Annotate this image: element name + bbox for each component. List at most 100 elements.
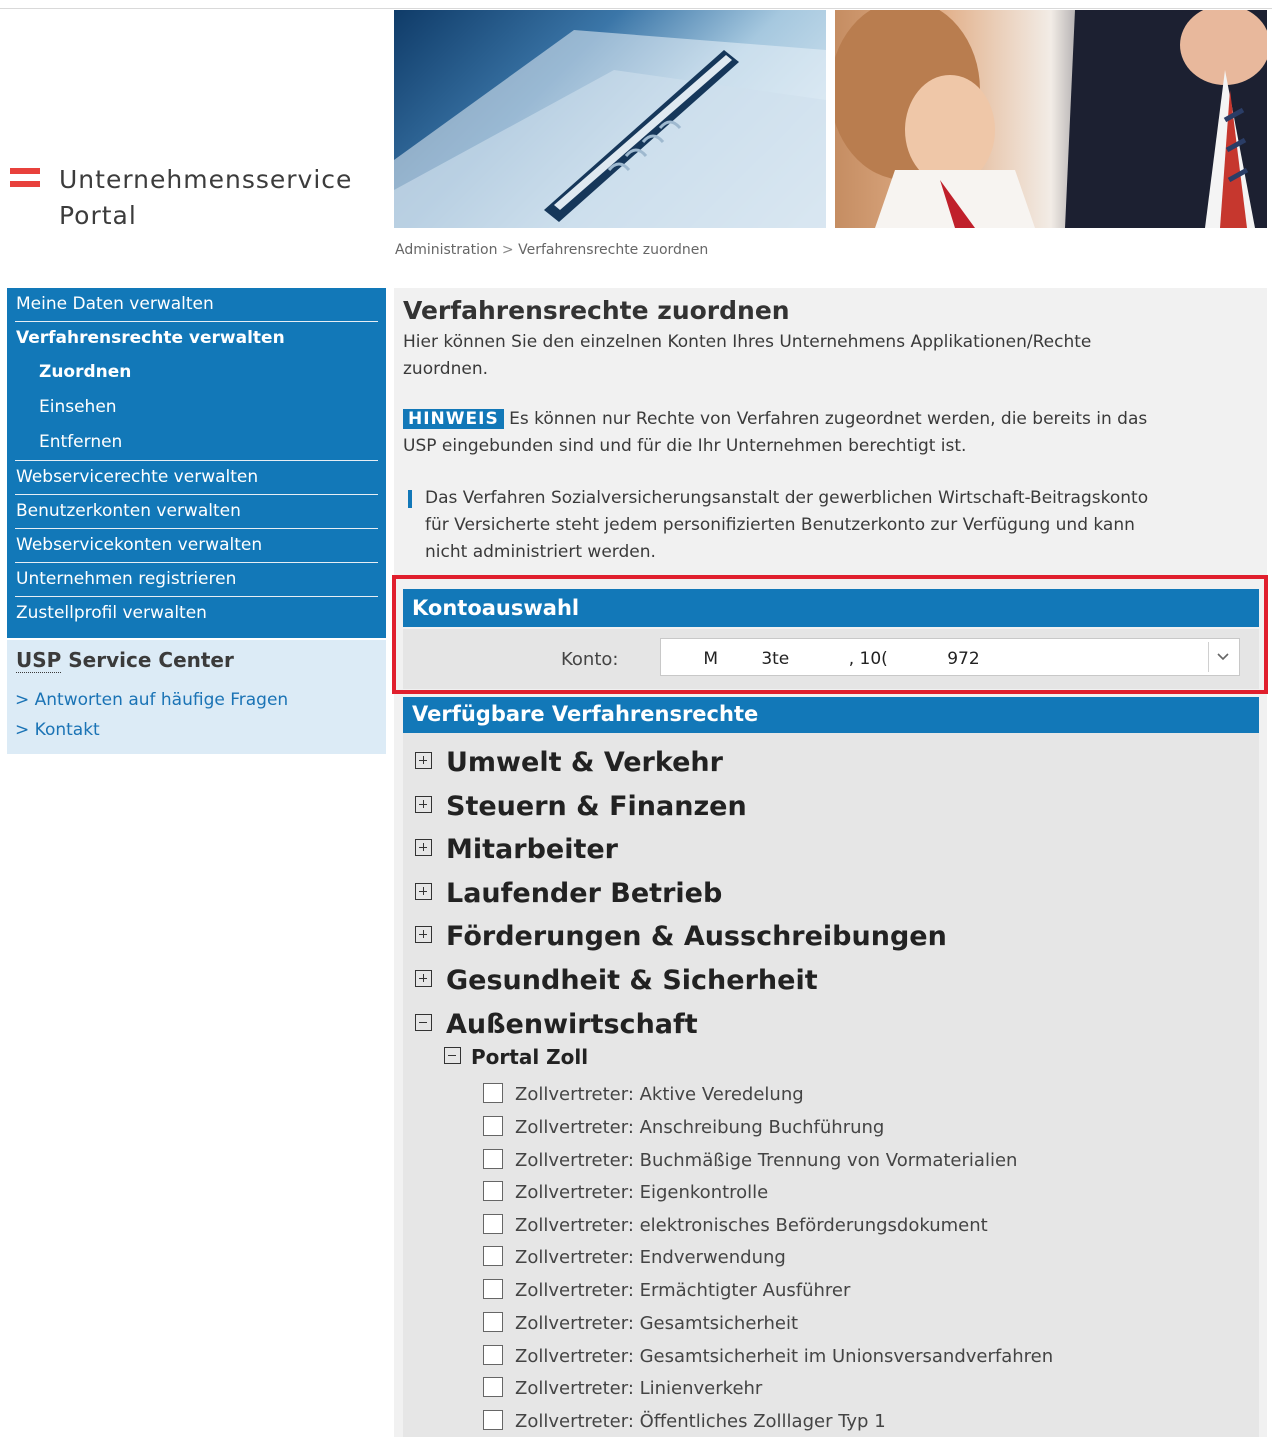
checkbox[interactable] (483, 1181, 503, 1201)
plus-box-icon[interactable] (415, 796, 432, 813)
category-gesundheit[interactable]: Gesundheit & Sicherheit (415, 965, 818, 996)
plus-box-icon[interactable] (415, 839, 432, 856)
note-line2: für Versicherte steht jedem personifizie… (425, 515, 1135, 535)
checkbox[interactable] (483, 1083, 503, 1103)
right-label: Zollvertreter: Gesamtsicherheit im Union… (515, 1346, 1054, 1367)
breadcrumb-current: Verfahrensrechte zuordnen (518, 242, 709, 258)
sidebar-item-unternehmen[interactable]: Unternehmen registrieren (15, 563, 378, 597)
service-center-title-text: Service Center (68, 648, 234, 672)
intro-text: Hier können Sie den einzelnen Konten Ihr… (403, 329, 1091, 383)
hinweis-line2: USP eingebunden sind und für die Ihr Unt… (403, 436, 967, 456)
checkbox[interactable] (483, 1246, 503, 1266)
right-item[interactable]: Zollvertreter: Öffentliches Zolllager Ty… (483, 1410, 886, 1432)
sidebar-item-meine-daten[interactable]: Meine Daten verwalten (15, 288, 378, 322)
category-laufender-betrieb[interactable]: Laufender Betrieb (415, 878, 722, 909)
sidebar-item-einsehen[interactable]: Einsehen (15, 390, 378, 425)
top-divider (0, 8, 1272, 9)
right-label: Zollvertreter: Eigenkontrolle (515, 1182, 769, 1203)
breadcrumb-separator: > (501, 242, 514, 258)
right-item[interactable]: Zollvertreter: Buchmäßige Trennung von V… (483, 1149, 1018, 1171)
right-item[interactable]: Zollvertreter: Ermächtigter Ausführer (483, 1279, 851, 1301)
category-aussenwirtschaft[interactable]: Außenwirtschaft (415, 1009, 698, 1040)
breadcrumb: Administration > Verfahrensrechte zuordn… (395, 242, 708, 258)
sva-note: Das Verfahren Sozialversicherungsanstalt… (425, 485, 1255, 566)
category-mitarbeiter[interactable]: Mitarbeiter (415, 834, 618, 865)
checkbox[interactable] (483, 1377, 503, 1397)
header-image-notebook (394, 10, 826, 228)
category-label: Förderungen & Ausschreibungen (446, 921, 947, 952)
sidebar-item-benutzerkonten[interactable]: Benutzerkonten verwalten (15, 495, 378, 529)
note-line1: Das Verfahren Sozialversicherungsanstalt… (425, 488, 1149, 508)
checkbox[interactable] (483, 1345, 503, 1365)
checkbox[interactable] (483, 1149, 503, 1169)
hinweis-text: HINWEIS Es können nur Rechte von Verfahr… (403, 406, 1147, 460)
faq-link[interactable]: > Antworten auf häufige Fragen (15, 690, 288, 710)
category-foerderungen[interactable]: Förderungen & Ausschreibungen (415, 921, 947, 952)
note-line3: nicht administriert werden. (425, 542, 656, 562)
page-title: Verfahrensrechte zuordnen (403, 296, 790, 325)
verfahrensrechte-tree: Umwelt & Verkehr Steuern & Finanzen Mita… (403, 733, 1259, 1437)
category-label: Gesundheit & Sicherheit (446, 965, 818, 996)
checkbox[interactable] (483, 1410, 503, 1430)
checkbox[interactable] (483, 1312, 503, 1332)
sidebar-item-webservicerechte[interactable]: Webservicerechte verwalten (15, 461, 378, 495)
right-item[interactable]: Zollvertreter: Eigenkontrolle (483, 1181, 769, 1203)
right-label: Zollvertreter: Gesamtsicherheit (515, 1313, 799, 1334)
subcategory-label: Portal Zoll (471, 1045, 589, 1069)
hinweis-line1: Es können nur Rechte von Verfahren zugeo… (509, 409, 1148, 429)
right-label: Zollvertreter: Aktive Veredelung (515, 1084, 804, 1105)
right-label: Zollvertreter: Endverwendung (515, 1247, 786, 1268)
hinweis-badge: HINWEIS (403, 409, 504, 429)
category-steuern[interactable]: Steuern & Finanzen (415, 791, 747, 822)
sidebar-item-zuordnen[interactable]: Zuordnen (15, 355, 378, 390)
verfahrensrechte-header: Verfügbare Verfahrensrechte (403, 697, 1259, 733)
right-label: Zollvertreter: Buchmäßige Trennung von V… (515, 1150, 1018, 1171)
intro-line1: Hier können Sie den einzelnen Konten Ihr… (403, 332, 1092, 352)
usp-abbr: USP (16, 648, 62, 673)
plus-box-icon[interactable] (415, 752, 432, 769)
sidebar-item-webservicekonten[interactable]: Webservicekonten verwalten (15, 529, 378, 563)
right-item[interactable]: Zollvertreter: Anschreibung Buchführung (483, 1116, 885, 1138)
sidebar-item-zustellprofil[interactable]: Zustellprofil verwalten (15, 597, 378, 630)
right-item[interactable]: Zollvertreter: Aktive Veredelung (483, 1083, 804, 1105)
category-umwelt[interactable]: Umwelt & Verkehr (415, 747, 723, 778)
checkbox[interactable] (483, 1279, 503, 1299)
breadcrumb-administration[interactable]: Administration (395, 242, 497, 258)
plus-box-icon[interactable] (415, 970, 432, 987)
right-label: Zollvertreter: Linienverkehr (515, 1378, 763, 1399)
right-item[interactable]: Zollvertreter: Endverwendung (483, 1246, 786, 1268)
minus-box-icon[interactable] (415, 1014, 432, 1031)
right-label: Zollvertreter: Öffentliches Zolllager Ty… (515, 1411, 886, 1432)
logo-line2: Portal (59, 201, 137, 230)
service-center-title: USP Service Center (16, 648, 234, 673)
highlight-box (392, 575, 1268, 694)
note-marker (408, 490, 412, 508)
category-label: Umwelt & Verkehr (446, 747, 723, 778)
checkbox[interactable] (483, 1214, 503, 1234)
right-item[interactable]: Zollvertreter: Gesamtsicherheit im Union… (483, 1345, 1054, 1367)
right-label: Zollvertreter: Anschreibung Buchführung (515, 1117, 885, 1138)
checkbox[interactable] (483, 1116, 503, 1136)
right-item[interactable]: Zollvertreter: Linienverkehr (483, 1377, 763, 1399)
category-label: Außenwirtschaft (446, 1009, 698, 1040)
plus-box-icon[interactable] (415, 926, 432, 943)
intro-line2: zuordnen. (403, 359, 488, 379)
minus-box-icon[interactable] (444, 1047, 461, 1064)
category-label: Steuern & Finanzen (446, 791, 747, 822)
right-label: Zollvertreter: elektronisches Beförderun… (515, 1215, 988, 1236)
plus-box-icon[interactable] (415, 883, 432, 900)
service-center-box: USP Service Center > Antworten auf häufi… (7, 640, 386, 754)
sidebar-item-entfernen[interactable]: Entfernen (15, 425, 378, 461)
category-label: Laufender Betrieb (446, 878, 723, 909)
logo-text: Unternehmensservice Portal (59, 162, 352, 234)
austria-flag-logo-icon (10, 168, 40, 188)
sidebar-item-verfahrensrechte[interactable]: Verfahrensrechte verwalten (15, 322, 378, 355)
subcategory-portal-zoll[interactable]: Portal Zoll (444, 1045, 588, 1069)
right-item[interactable]: Zollvertreter: Gesamtsicherheit (483, 1312, 799, 1334)
right-label: Zollvertreter: Ermächtigter Ausführer (515, 1280, 851, 1301)
usp-logo[interactable]: Unternehmensservice Portal (8, 162, 388, 242)
right-item[interactable]: Zollvertreter: elektronisches Beförderun… (483, 1214, 988, 1236)
kontakt-link[interactable]: > Kontakt (15, 720, 100, 740)
header-image-people (835, 10, 1267, 228)
sidebar-nav: Meine Daten verwalten Verfahrensrechte v… (7, 288, 386, 638)
